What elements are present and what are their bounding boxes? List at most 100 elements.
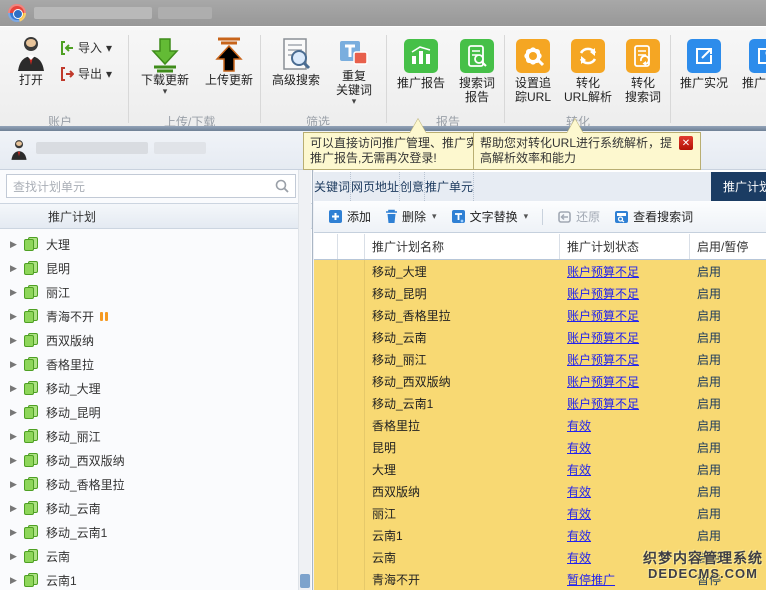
search-icon[interactable]	[275, 179, 289, 193]
table-row[interactable]: 香格里拉 有效 启用	[314, 414, 766, 436]
cell-select[interactable]	[314, 260, 338, 282]
table-row[interactable]: 移动_香格里拉 账户预算不足 启用	[314, 304, 766, 326]
cell-select[interactable]	[314, 326, 338, 348]
tree-item-plan[interactable]: ▶ 丽江	[0, 280, 298, 304]
download-update-button[interactable]: 下载更新 ▾	[134, 37, 196, 95]
expand-arrow-icon[interactable]: ▶	[10, 455, 20, 466]
col-header-enable-pause[interactable]: 启用/暂停	[690, 234, 766, 259]
status-link[interactable]: 账户预算不足	[567, 309, 639, 323]
text-replace-dropdown-arrow[interactable]: ▾	[524, 211, 529, 222]
table-row[interactable]: 丽江 有效 启用	[314, 502, 766, 524]
status-link[interactable]: 有效	[567, 551, 591, 565]
expand-arrow-icon[interactable]: ▶	[10, 311, 20, 322]
duplicate-keywords-dropdown-arrow[interactable]: ▾	[352, 97, 357, 105]
cell-select[interactable]	[314, 480, 338, 502]
delete-dropdown-arrow[interactable]: ▾	[432, 211, 437, 222]
expand-arrow-icon[interactable]: ▶	[10, 407, 20, 418]
plan-unit-search-input[interactable]: 查找计划单元	[6, 174, 296, 198]
tree-item-plan[interactable]: ▶ 大理	[0, 232, 298, 256]
cell-select[interactable]	[314, 546, 338, 568]
duplicate-keywords-button[interactable]: 重复 关键词 ▾	[328, 39, 380, 105]
expand-arrow-icon[interactable]: ▶	[10, 263, 20, 274]
status-link[interactable]: 有效	[567, 463, 591, 477]
tree-item-plan[interactable]: ▶ 移动_西双版纳	[0, 448, 298, 472]
export-button[interactable]: 导出 ▾	[60, 65, 112, 82]
tab-item[interactable]: 创意	[400, 172, 425, 201]
tooltip-close-button[interactable]: ✕	[679, 136, 693, 150]
cell-select[interactable]	[314, 414, 338, 436]
table-row[interactable]: 昆明 有效 启用	[314, 436, 766, 458]
tab-item[interactable]: 关键词	[314, 172, 351, 201]
expand-arrow-icon[interactable]: ▶	[10, 287, 20, 298]
add-button[interactable]: 添加	[328, 208, 371, 225]
tree-item-plan[interactable]: ▶ 云南1	[0, 568, 298, 590]
table-row[interactable]: 云南1 有效 启用	[314, 524, 766, 546]
promo-live-button[interactable]: 推广实况	[675, 39, 733, 90]
cell-select[interactable]	[314, 524, 338, 546]
cell-select[interactable]	[314, 436, 338, 458]
cell-select[interactable]	[314, 458, 338, 480]
export-dropdown-arrow[interactable]: ▾	[106, 67, 112, 81]
promo-report-button[interactable]: 推广报告	[392, 39, 450, 90]
status-link[interactable]: 账户预算不足	[567, 331, 639, 345]
view-search-terms-button[interactable]: 查看搜索词	[614, 208, 693, 225]
expand-arrow-icon[interactable]: ▶	[10, 503, 20, 514]
status-link[interactable]: 有效	[567, 529, 591, 543]
promo-manage-button[interactable]: 推广管理	[737, 39, 766, 90]
conv-search-terms-button[interactable]: 转化 搜索词	[618, 39, 668, 104]
status-link[interactable]: 账户预算不足	[567, 397, 639, 411]
tab-item[interactable]: 推广单元	[425, 172, 474, 201]
table-row[interactable]: 移动_丽江 账户预算不足 启用	[314, 348, 766, 370]
tree-item-plan[interactable]: ▶ 云南	[0, 544, 298, 568]
cell-select[interactable]	[314, 392, 338, 414]
cell-select[interactable]	[314, 282, 338, 304]
cell-select[interactable]	[314, 502, 338, 524]
status-link[interactable]: 有效	[567, 441, 591, 455]
expand-arrow-icon[interactable]: ▶	[10, 479, 20, 490]
sidebar-scrollbar[interactable]	[298, 170, 311, 590]
set-tracking-url-button[interactable]: 设置追 踪URL	[508, 39, 558, 104]
import-button[interactable]: 导入 ▾	[60, 39, 112, 56]
expand-arrow-icon[interactable]: ▶	[10, 527, 20, 538]
conv-url-parse-button[interactable]: 转化 URL解析	[560, 39, 616, 104]
status-link[interactable]: 账户预算不足	[567, 265, 639, 279]
table-row[interactable]: 西双版纳 有效 启用	[314, 480, 766, 502]
tab-promo-plan-active[interactable]: 推广计划	[711, 172, 766, 201]
cell-select[interactable]	[314, 568, 338, 590]
col-header-plan-status[interactable]: 推广计划状态	[560, 234, 690, 259]
status-link[interactable]: 有效	[567, 507, 591, 521]
status-link[interactable]: 账户预算不足	[567, 353, 639, 367]
cell-select[interactable]	[314, 370, 338, 392]
status-link[interactable]: 账户预算不足	[567, 375, 639, 389]
table-row[interactable]: 移动_西双版纳 账户预算不足 启用	[314, 370, 766, 392]
tree-item-plan[interactable]: ▶ 昆明	[0, 256, 298, 280]
tree-item-plan[interactable]: ▶ 移动_香格里拉	[0, 472, 298, 496]
advanced-search-button[interactable]: 高级搜索	[266, 37, 326, 87]
open-account-button[interactable]: 打开	[8, 35, 54, 87]
tree-item-plan[interactable]: ▶ 移动_云南	[0, 496, 298, 520]
upload-update-button[interactable]: 上传更新	[198, 37, 260, 87]
import-dropdown-arrow[interactable]: ▾	[106, 41, 112, 55]
expand-arrow-icon[interactable]: ▶	[10, 551, 20, 562]
table-row[interactable]: 移动_云南 账户预算不足 启用	[314, 326, 766, 348]
table-row[interactable]: 大理 有效 启用	[314, 458, 766, 480]
cell-select[interactable]	[314, 304, 338, 326]
tree-item-plan[interactable]: ▶ 移动_大理	[0, 376, 298, 400]
tree-item-plan[interactable]: ▶ 青海不开	[0, 304, 298, 328]
expand-arrow-icon[interactable]: ▶	[10, 239, 20, 250]
sidebar-scrollbar-thumb[interactable]	[300, 574, 310, 588]
delete-button[interactable]: 删除 ▾	[385, 208, 437, 225]
table-row[interactable]: 移动_云南1 账户预算不足 启用	[314, 392, 766, 414]
status-link[interactable]: 有效	[567, 419, 591, 433]
tree-item-plan[interactable]: ▶ 香格里拉	[0, 352, 298, 376]
restore-button[interactable]: 还原	[557, 208, 600, 225]
tree-item-plan[interactable]: ▶ 移动_云南1	[0, 520, 298, 544]
text-replace-button[interactable]: 文字替换 ▾	[451, 208, 529, 225]
status-link[interactable]: 账户预算不足	[567, 287, 639, 301]
table-row[interactable]: 移动_昆明 账户预算不足 启用	[314, 282, 766, 304]
expand-arrow-icon[interactable]: ▶	[10, 359, 20, 370]
tab-item[interactable]: 网页地址	[351, 172, 400, 201]
tree-item-plan[interactable]: ▶ 西双版纳	[0, 328, 298, 352]
status-link[interactable]: 暂停推广	[567, 573, 615, 587]
expand-arrow-icon[interactable]: ▶	[10, 335, 20, 346]
